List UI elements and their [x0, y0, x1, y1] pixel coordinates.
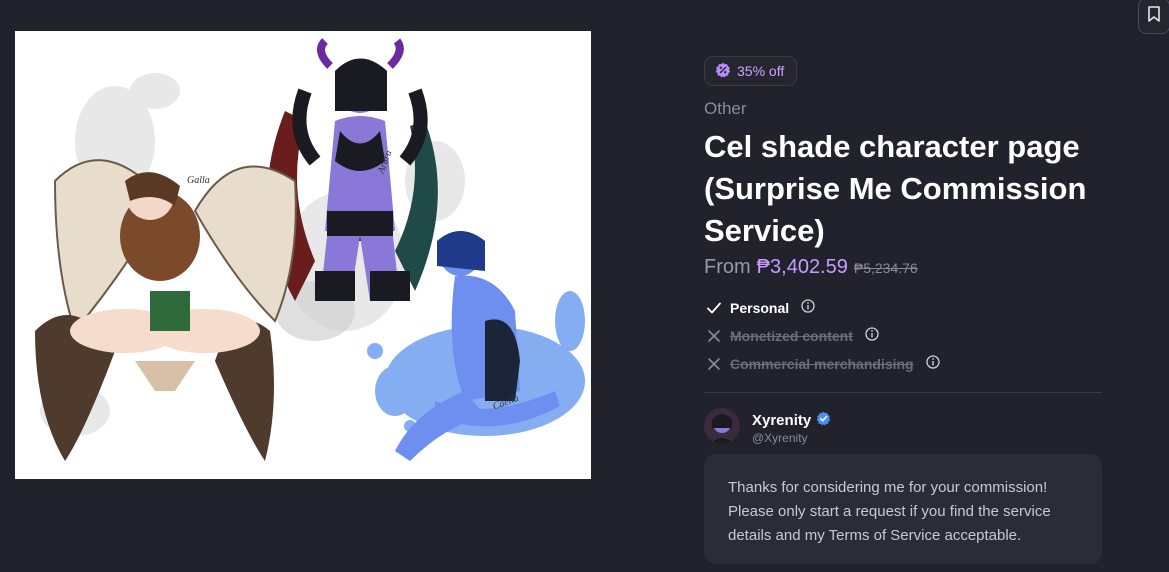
product-title: Cel shade character page (Surprise Me Co…	[704, 129, 1087, 248]
creator-name-text[interactable]: Xyrenity	[752, 412, 811, 429]
creator-message-text: Thanks for considering me for your commi…	[728, 479, 1051, 544]
license-label: Monetized content	[730, 327, 853, 344]
x-icon	[706, 356, 722, 372]
price-prefix: From	[704, 256, 751, 278]
product-category[interactable]: Other	[704, 99, 747, 119]
verified-icon	[816, 411, 831, 430]
license-personal: Personal	[706, 299, 815, 316]
divider	[704, 392, 1102, 393]
price-original: ₱5,234.76	[853, 260, 918, 276]
product-artwork[interactable]: Galla Aruru Caelia	[15, 31, 591, 479]
info-icon[interactable]	[801, 299, 815, 316]
artwork-illustration: Galla Aruru Caelia	[35, 38, 585, 461]
info-icon[interactable]	[865, 327, 879, 344]
avatar[interactable]	[704, 408, 740, 444]
license-monetized: Monetized content	[706, 327, 879, 344]
creator-message: Thanks for considering me for your commi…	[704, 454, 1102, 564]
info-icon[interactable]	[925, 355, 940, 372]
creator-name[interactable]: Xyrenity	[752, 411, 831, 430]
discount-badge: 35% off	[704, 56, 798, 86]
license-label: Personal	[730, 299, 790, 316]
x-icon	[706, 328, 722, 344]
creator-handle[interactable]: @Xyrenity	[752, 431, 808, 445]
discount-label: 35% off	[737, 63, 785, 79]
license-label: Commercial merchandising	[730, 355, 914, 372]
bookmark-icon	[1147, 5, 1161, 27]
badge-percent-icon	[715, 62, 731, 81]
price-current: ₱3,402.59	[756, 256, 848, 278]
artwork-signature-1: Galla	[187, 175, 210, 186]
check-icon	[706, 300, 722, 316]
license-commercial: Commercial merchandising	[706, 355, 940, 372]
price: From ₱3,402.59 ₱5,234.76	[704, 256, 918, 279]
bookmark-button[interactable]	[1138, 0, 1169, 34]
